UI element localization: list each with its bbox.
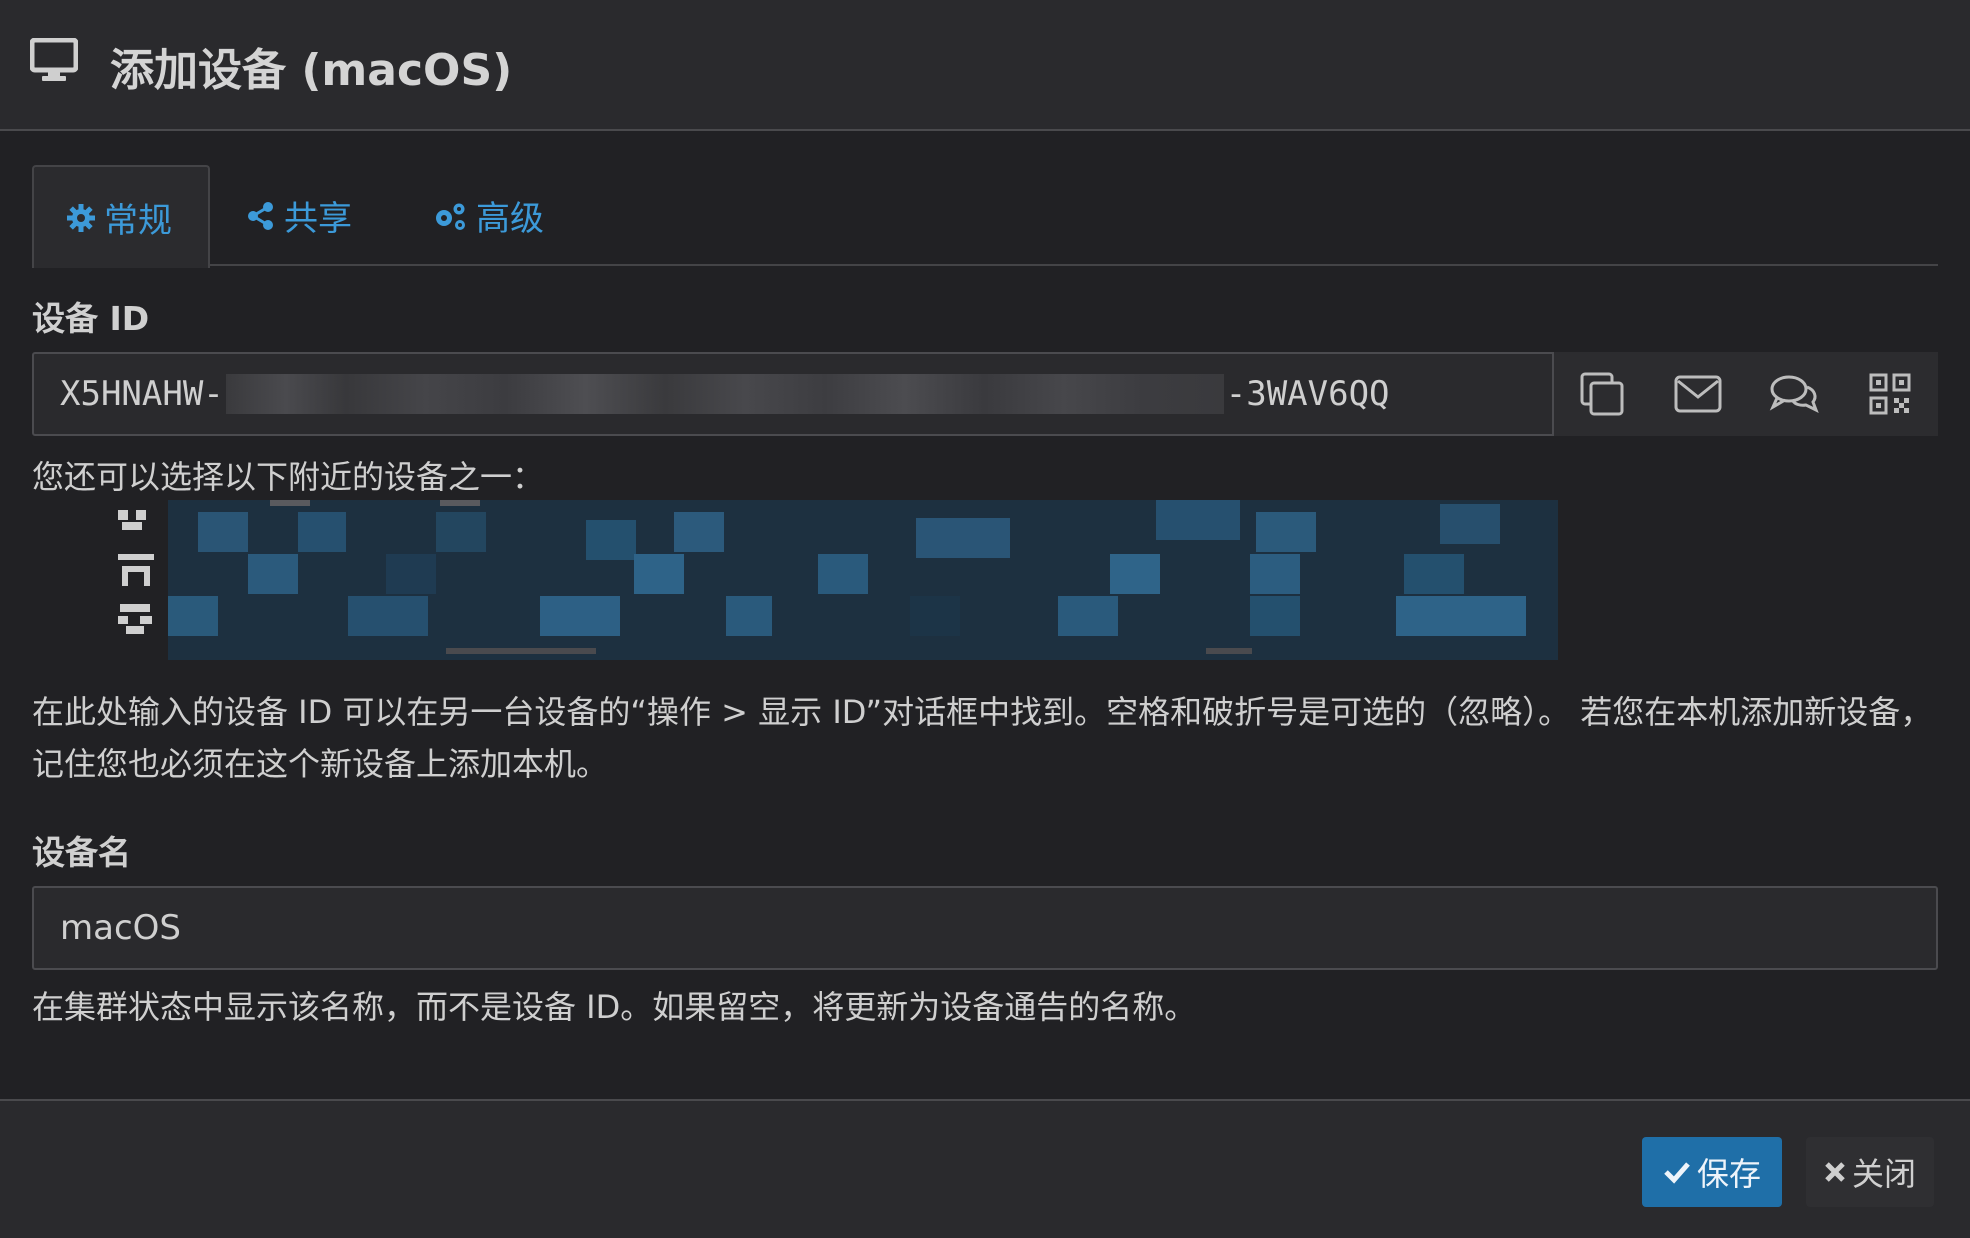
comments-icon (1769, 375, 1819, 414)
device-id-label: 设备 ID (32, 299, 150, 338)
device-name-value: macOS (60, 908, 181, 948)
device-id-suffix: -3WAV6QQ (1225, 374, 1390, 414)
copy-icon (1580, 372, 1624, 416)
qrcode-icon (1869, 373, 1911, 415)
check-icon (1664, 1162, 1690, 1184)
device-id-row: X5HNAHW- -3WAV6QQ (32, 352, 1938, 436)
tab-general-label: 常规 (104, 201, 172, 241)
tab-bar: 常规 共享 高级 (32, 165, 1938, 268)
cogs-icon (436, 203, 465, 230)
close-icon (1825, 1162, 1845, 1182)
close-button[interactable]: 关闭 (1806, 1137, 1934, 1207)
qrcode-button[interactable] (1842, 352, 1938, 436)
gear-icon (67, 203, 95, 232)
nearby-bullet-icons (118, 510, 154, 634)
device-id-input[interactable]: X5HNAHW- -3WAV6QQ (32, 352, 1554, 436)
save-button[interactable]: 保存 (1642, 1137, 1782, 1207)
device-name-input[interactable]: macOS (32, 886, 1938, 970)
device-name-label: 设备名 (32, 833, 131, 872)
device-id-actions (1554, 352, 1938, 436)
device-id-help-text: 在此处输入的设备 ID 可以在另一台设备的“操作 > 显示 ID”对话框中找到。… (32, 693, 1933, 783)
redacted-nearby-blur (168, 500, 1558, 660)
redacted-id-blur (225, 374, 1224, 414)
copy-button[interactable] (1554, 352, 1650, 436)
envelope-icon (1674, 375, 1722, 413)
share-icon (248, 201, 273, 230)
tab-sharing[interactable]: 共享 (246, 165, 352, 266)
monitor-icon (30, 38, 78, 81)
tab-advanced-label: 高级 (476, 199, 544, 239)
tab-advanced[interactable]: 高级 (432, 165, 544, 266)
modal-footer: 保存 关闭 (0, 1099, 1970, 1238)
tab-general[interactable]: 常规 (32, 165, 210, 268)
save-label: 保存 (1696, 1155, 1761, 1193)
nearby-devices-list (118, 500, 1558, 660)
device-id-prefix: X5HNAHW- (60, 374, 224, 414)
nearby-devices-text: 您还可以选择以下附近的设备之一： (32, 458, 545, 496)
email-button[interactable] (1650, 352, 1746, 436)
share-chat-button[interactable] (1746, 352, 1842, 436)
modal-title: 添加设备 (macOS) (110, 45, 513, 96)
device-name-help-text: 在集群状态中显示该名称，而不是设备 ID。如果留空，将更新为设备通告的名称。 (32, 988, 1197, 1026)
modal-header: 添加设备 (macOS) (0, 0, 1970, 131)
close-label: 关闭 (1851, 1155, 1916, 1193)
tab-sharing-label: 共享 (284, 199, 352, 239)
